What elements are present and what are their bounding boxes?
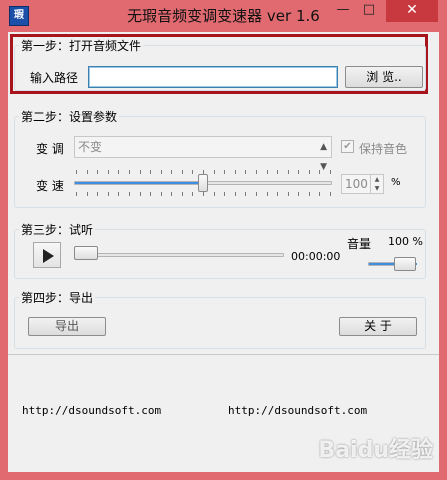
about-button[interactable]: 关 于 [339, 317, 417, 336]
slider-tick [288, 170, 289, 174]
slider-tick [140, 170, 141, 174]
maximize-button[interactable]: □ [356, 0, 382, 22]
speed-slider-fill [75, 182, 204, 184]
slider-tick [182, 170, 183, 174]
volume-slider-thumb[interactable] [394, 257, 416, 271]
slider-tick [171, 170, 172, 174]
spin-up-icon[interactable]: ▲ [371, 175, 383, 184]
step4-legend: 第四步：导出 [21, 291, 94, 305]
speed-slider-ticks-bottom [76, 192, 331, 196]
spin-down-icon[interactable]: ▼ [371, 184, 383, 193]
pitch-label: 变 调 [36, 142, 64, 156]
slider-tick [108, 170, 109, 174]
slider-tick [256, 170, 257, 174]
export-button[interactable]: 导出 [28, 317, 106, 336]
slider-tick [319, 170, 320, 174]
slider-tick [182, 192, 183, 196]
speed-label: 变 速 [36, 179, 64, 193]
slider-tick [309, 170, 310, 174]
slider-tick [298, 192, 299, 196]
path-input[interactable] [88, 66, 338, 88]
slider-tick [235, 192, 236, 196]
volume-label: 音量 [347, 237, 372, 251]
slider-tick [245, 170, 246, 174]
step1-legend: 第一步：打开音频文件 [21, 39, 142, 53]
slider-tick [150, 192, 151, 196]
slider-tick [224, 170, 225, 174]
pitch-select-value: 不变 [78, 140, 103, 154]
play-button[interactable] [33, 242, 61, 268]
slider-tick [76, 192, 77, 196]
slider-tick [288, 192, 289, 196]
slider-tick [108, 192, 109, 196]
footer-divider [8, 354, 439, 355]
step3-legend: 第三步：试听 [21, 223, 94, 237]
slider-tick [214, 170, 215, 174]
volume-value: 100 % [388, 235, 423, 248]
keep-tone-checkbox[interactable]: ✔ [341, 140, 354, 153]
slider-tick [118, 170, 119, 174]
main-panel: 第一步：打开音频文件 输入路径 浏 览.. 第二步：设置参数 变 调 不变 ▲ ▼… [8, 32, 439, 472]
slider-tick [319, 192, 320, 196]
slider-tick [214, 192, 215, 196]
close-button[interactable]: ✕ [386, 0, 438, 22]
keep-tone-label: 保持音色 [359, 142, 408, 156]
slider-tick [277, 170, 278, 174]
pitch-select[interactable]: 不变 ▲ ▼ [74, 136, 332, 172]
slider-tick [267, 192, 268, 196]
slider-tick [256, 192, 257, 196]
slider-tick [150, 170, 151, 174]
slider-tick [330, 170, 331, 174]
slider-tick [309, 192, 310, 196]
slider-tick [245, 192, 246, 196]
progress-slider-thumb[interactable] [74, 246, 98, 260]
slider-tick [192, 192, 193, 196]
slider-tick [118, 192, 119, 196]
slider-tick [203, 192, 204, 196]
speed-unit: % [391, 177, 401, 188]
slider-tick [87, 192, 88, 196]
slider-tick [140, 192, 141, 196]
playback-time: 00:00:00 [291, 250, 341, 263]
progress-slider-track[interactable] [74, 253, 284, 257]
slider-tick [330, 192, 331, 196]
slider-tick [97, 170, 98, 174]
slider-tick [298, 170, 299, 174]
slider-tick [97, 192, 98, 196]
slider-tick [129, 192, 130, 196]
slider-tick [171, 192, 172, 196]
speed-spinbox[interactable]: 100 ▲ ▼ [341, 174, 384, 194]
speed-spinbox-value: 100 [345, 177, 368, 191]
slider-tick [192, 170, 193, 174]
slider-tick [267, 170, 268, 174]
slider-tick [277, 192, 278, 196]
play-icon [43, 249, 54, 263]
title-bar[interactable]: 瑕 无瑕音频变调变速器 ver 1.6 — □ ✕ [0, 0, 447, 32]
slider-tick [161, 192, 162, 196]
slider-tick [224, 192, 225, 196]
baidu-watermark: Baidu经验 [318, 438, 433, 463]
footer-url-left[interactable]: http://dsoundsoft.com [22, 404, 161, 417]
speed-slider-thumb[interactable] [198, 174, 208, 192]
slider-tick [76, 170, 77, 174]
slider-tick [161, 170, 162, 174]
slider-tick [87, 170, 88, 174]
minimize-button[interactable]: — [330, 0, 356, 22]
path-label: 输入路径 [30, 71, 79, 85]
step2-legend: 第二步：设置参数 [21, 110, 118, 124]
slider-tick [129, 170, 130, 174]
slider-tick [235, 170, 236, 174]
footer-url-right[interactable]: http://dsoundsoft.com [228, 404, 367, 417]
browse-button[interactable]: 浏 览.. [345, 66, 423, 88]
